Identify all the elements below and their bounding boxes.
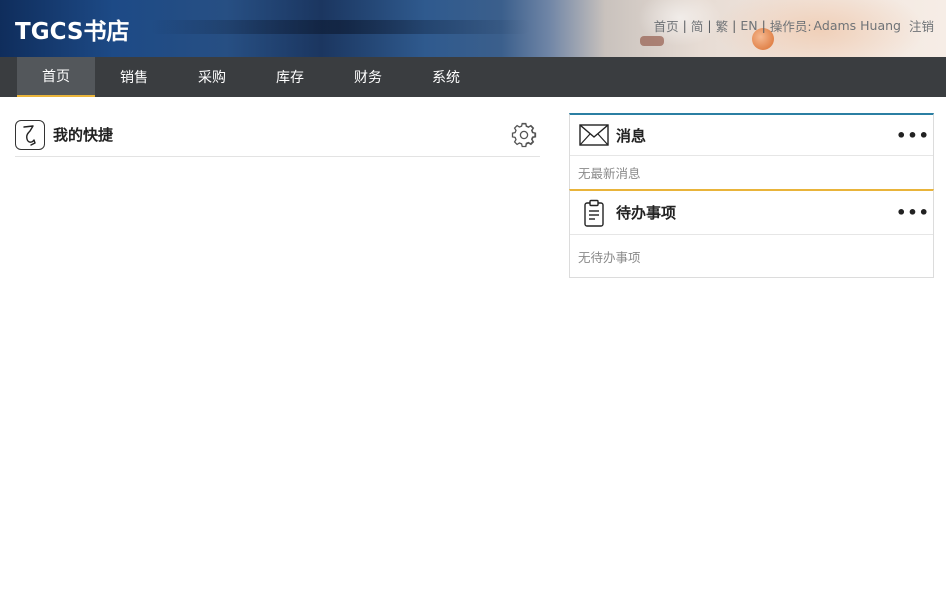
messages-title: 消息 xyxy=(616,126,647,145)
envelope-icon xyxy=(578,121,610,149)
link-separator: | xyxy=(682,18,687,33)
messages-header: 消息 ••• xyxy=(570,115,933,156)
nav-tab-system[interactable]: 系统 xyxy=(407,57,485,97)
shortcuts-panel: 我的快捷 xyxy=(15,113,540,157)
logout-link[interactable]: 注销 xyxy=(909,16,934,35)
simplified-chinese-link[interactable]: 简 xyxy=(691,16,704,35)
home-link[interactable]: 首页 xyxy=(654,16,679,35)
messages-empty-text: 无最新消息 xyxy=(578,166,641,181)
shortcut-icon xyxy=(15,119,45,150)
gear-icon[interactable] xyxy=(510,121,538,149)
nav-tab-finance[interactable]: 财务 xyxy=(329,57,407,97)
operator-label: 操作员: xyxy=(769,19,812,34)
messages-card: 消息 ••• 无最新消息 xyxy=(569,113,934,190)
right-column: 消息 ••• 无最新消息 待办事项 ••• 无待办事项 xyxy=(569,113,934,278)
todo-more-button[interactable]: ••• xyxy=(896,203,929,223)
top-links: 首页 | 简 | 繁 | EN | 操作员: Adams Huang 注销 xyxy=(654,16,934,35)
english-link[interactable]: EN xyxy=(740,18,757,33)
shortcuts-title: 我的快捷 xyxy=(53,126,114,144)
shortcuts-header: 我的快捷 xyxy=(15,113,540,157)
site-title: TGCS书店 xyxy=(15,19,130,45)
operator-name: Adams Huang xyxy=(813,18,901,33)
nav-tab-sales[interactable]: 销售 xyxy=(95,57,173,97)
main-nav: 首页 销售 采购 库存 财务 系统 xyxy=(0,57,946,97)
banner-decoration xyxy=(150,20,530,34)
nav-tab-home[interactable]: 首页 xyxy=(17,57,95,97)
todo-card: 待办事项 ••• 无待办事项 xyxy=(569,189,934,278)
nav-tab-purchase[interactable]: 采购 xyxy=(173,57,251,97)
header-banner: TGCS书店 首页 | 简 | 繁 | EN | 操作员: Adams Huan… xyxy=(0,0,946,57)
todo-title: 待办事项 xyxy=(616,204,677,222)
todo-empty-text: 无待办事项 xyxy=(578,249,641,265)
link-separator: | xyxy=(707,18,712,33)
traditional-chinese-link[interactable]: 繁 xyxy=(716,16,729,35)
link-separator: | xyxy=(761,18,766,33)
banner-decoration xyxy=(640,36,664,46)
clipboard-icon xyxy=(578,199,610,227)
nav-tab-inventory[interactable]: 库存 xyxy=(251,57,329,97)
todo-header: 待办事项 ••• xyxy=(570,191,933,235)
link-separator: | xyxy=(732,18,737,33)
messages-more-button[interactable]: ••• xyxy=(896,125,929,145)
